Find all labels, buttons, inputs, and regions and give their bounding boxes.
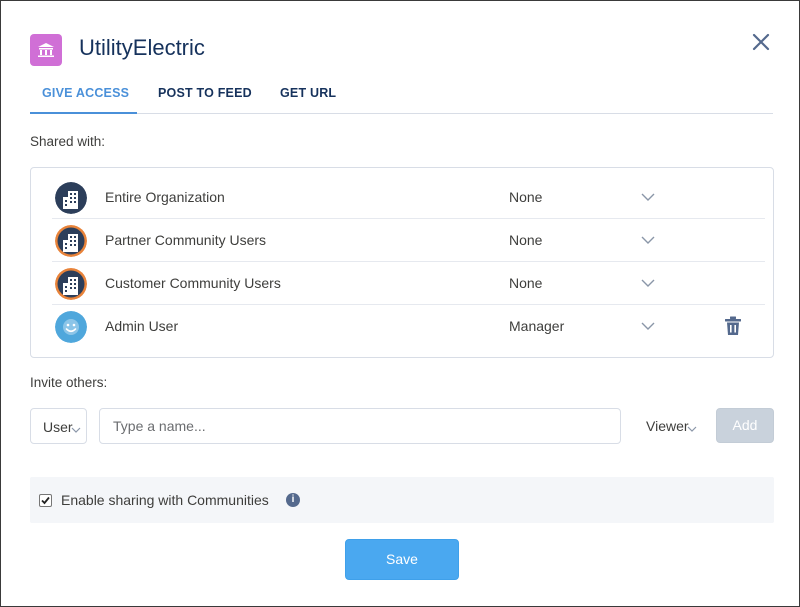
share-row: Admin User Manager <box>52 305 765 348</box>
chevron-down-icon <box>71 422 81 440</box>
share-row-name: Customer Community Users <box>105 275 281 291</box>
tab-bar: GIVE ACCESS POST TO FEED GET URL <box>30 85 773 114</box>
chevron-down-icon[interactable] <box>641 190 655 204</box>
share-row: Partner Community Users None <box>52 219 765 262</box>
building-icon <box>55 182 87 214</box>
share-row-name: Entire Organization <box>105 189 225 205</box>
share-row-name: Admin User <box>105 318 179 334</box>
share-type-value: User <box>43 419 73 435</box>
share-row: Entire Organization None <box>52 176 765 219</box>
chevron-down-icon[interactable] <box>641 233 655 247</box>
invite-access-value: Viewer <box>646 418 689 434</box>
share-row-name: Partner Community Users <box>105 232 267 248</box>
building-icon <box>55 268 87 300</box>
access-level-select[interactable]: None <box>509 232 542 248</box>
add-button[interactable]: Add <box>716 408 774 443</box>
access-level-select[interactable]: None <box>509 189 542 205</box>
enable-communities-label: Enable sharing with Communities <box>61 492 269 508</box>
access-level-select[interactable]: Manager <box>509 318 564 334</box>
bank-icon <box>30 34 62 66</box>
close-icon[interactable] <box>751 32 771 52</box>
community-sharing-bar: Enable sharing with Communities i <box>30 477 774 523</box>
shared-list: Entire Organization None Partner Communi… <box>30 167 774 358</box>
tab-give-access[interactable]: GIVE ACCESS <box>30 85 137 114</box>
chevron-down-icon <box>687 421 697 439</box>
tab-get-url[interactable]: GET URL <box>280 85 336 114</box>
info-icon[interactable]: i <box>286 493 300 507</box>
enable-communities-checkbox[interactable] <box>39 494 52 507</box>
access-level-select[interactable]: None <box>509 275 542 291</box>
invite-others-label: Invite others: <box>30 375 108 390</box>
chevron-down-icon[interactable] <box>641 276 655 290</box>
user-smiley-icon <box>55 311 87 343</box>
tab-post-to-feed[interactable]: POST TO FEED <box>158 85 252 114</box>
share-type-select[interactable]: User <box>30 408 87 444</box>
building-icon <box>55 225 87 257</box>
share-dialog: UtilityElectric GIVE ACCESS POST TO FEED… <box>0 0 800 607</box>
invite-access-select[interactable]: Viewer <box>644 408 702 444</box>
chevron-down-icon[interactable] <box>641 319 655 333</box>
dialog-title: UtilityElectric <box>79 35 205 60</box>
share-row: Customer Community Users None <box>52 262 765 305</box>
shared-with-label: Shared with: <box>30 134 106 149</box>
name-search-input[interactable] <box>99 408 621 444</box>
save-button[interactable]: Save <box>345 539 459 580</box>
trash-icon[interactable] <box>724 316 742 336</box>
